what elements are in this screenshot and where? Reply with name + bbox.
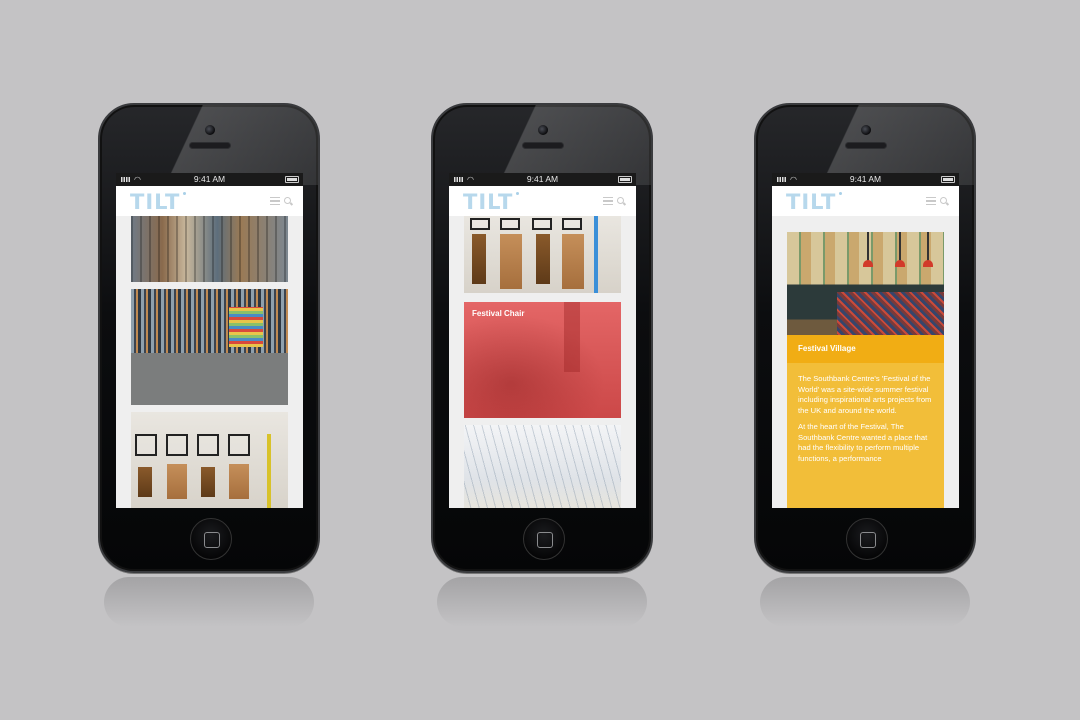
chair-shape (201, 467, 215, 497)
content-feed: Festival Chair (449, 216, 636, 508)
paragraph-1: The Southbank Centre's 'Festival of the … (798, 374, 932, 415)
phone-3: ◠ 9:41 AM TILT Festival Village The Sout… (754, 103, 976, 633)
board-shape (229, 464, 249, 499)
wifi-icon: ◠ (467, 175, 474, 184)
project-image-chairs[interactable] (131, 412, 288, 508)
board-shape (500, 234, 522, 289)
chair-shape (472, 234, 486, 284)
status-time: 9:41 AM (193, 174, 226, 184)
festival-village-text: The Southbank Centre's 'Festival of the … (787, 363, 944, 508)
tilt-logo[interactable]: TILT (786, 191, 836, 213)
frame-shape (532, 218, 552, 230)
status-time: 9:41 AM (526, 174, 559, 184)
tilt-logo[interactable]: TILT (130, 191, 180, 213)
chair-shape (536, 234, 550, 284)
signal-icon (454, 177, 464, 182)
app-header: TILT (449, 186, 636, 216)
search-icon[interactable] (284, 197, 291, 204)
chair-shape (138, 467, 152, 497)
menu-icon[interactable] (603, 197, 613, 205)
phone-body: ◠ 9:41 AM TILT Festival Village The Sout… (754, 103, 976, 573)
frame-shape (197, 434, 219, 456)
speaker-grille (845, 142, 887, 149)
phone-1: ◠ 9:41 AM TILT (98, 103, 320, 633)
project-image-tent[interactable] (464, 425, 621, 508)
pendant-lamp (895, 232, 905, 267)
phone-screen: ◠ 9:41 AM TILT Festival Village The Sout… (772, 173, 959, 508)
content-feed (116, 216, 303, 508)
project-image-facade[interactable] (131, 216, 288, 282)
status-bar: ◠ 9:41 AM (449, 173, 636, 186)
phone-reflection (437, 577, 647, 627)
board-shape (562, 234, 584, 289)
menu-icon[interactable] (270, 197, 280, 205)
project-image-chairs[interactable] (464, 216, 621, 293)
speaker-grille (522, 142, 564, 149)
festival-village-band: Festival Village (787, 335, 944, 363)
battery-icon (618, 176, 632, 183)
camera-icon (538, 125, 548, 135)
frame-shape (500, 218, 520, 230)
project-image-hall[interactable] (131, 289, 288, 405)
logo-dot (516, 192, 519, 195)
menu-icon[interactable] (926, 197, 936, 205)
app-header: TILT (772, 186, 959, 216)
phone-2: ◠ 9:41 AM TILT Festival Chair (431, 103, 653, 633)
yellow-pole (267, 434, 271, 508)
card-title: Festival Chair (472, 309, 525, 318)
speaker-grille (189, 142, 231, 149)
phone-body: ◠ 9:41 AM TILT (98, 103, 320, 573)
home-button-icon[interactable] (523, 518, 565, 560)
camera-icon (861, 125, 871, 135)
phone-screen: ◠ 9:41 AM TILT (449, 173, 636, 508)
logo-dot (839, 192, 842, 195)
frame-shape (135, 434, 157, 456)
status-time: 9:41 AM (849, 174, 882, 184)
phone-body: ◠ 9:41 AM TILT (431, 103, 653, 573)
search-icon[interactable] (940, 197, 947, 204)
festival-chair-photo (464, 302, 621, 418)
band-title: Festival Village (798, 344, 856, 353)
festival-chair-card[interactable]: Festival Chair (464, 302, 621, 418)
pillar-shape (564, 302, 580, 372)
blue-pole (594, 216, 598, 293)
phone-screen: ◠ 9:41 AM TILT (116, 173, 303, 508)
frame-shape (166, 434, 188, 456)
poster-graphic (229, 307, 263, 347)
logo-dot (183, 192, 186, 195)
pendant-lamp (923, 232, 933, 267)
paragraph-2: At the heart of the Festival, The Southb… (798, 422, 928, 463)
pendant-lamp (863, 232, 873, 267)
frame-shape (562, 218, 582, 230)
phone-reflection (104, 577, 314, 627)
signal-icon (121, 177, 131, 182)
home-button-icon[interactable] (190, 518, 232, 560)
frame-shape (228, 434, 250, 456)
status-bar: ◠ 9:41 AM (116, 173, 303, 186)
phone-reflection (760, 577, 970, 627)
battery-icon (285, 176, 299, 183)
tilt-logo[interactable]: TILT (463, 191, 513, 213)
board-shape (167, 464, 187, 499)
app-header: TILT (116, 186, 303, 216)
signal-icon (777, 177, 787, 182)
wifi-icon: ◠ (134, 175, 141, 184)
search-icon[interactable] (617, 197, 624, 204)
battery-icon (941, 176, 955, 183)
frame-shape (470, 218, 490, 230)
camera-icon (205, 125, 215, 135)
status-bar: ◠ 9:41 AM (772, 173, 959, 186)
festival-village-photo[interactable] (787, 232, 944, 349)
home-button-icon[interactable] (846, 518, 888, 560)
wifi-icon: ◠ (790, 175, 797, 184)
